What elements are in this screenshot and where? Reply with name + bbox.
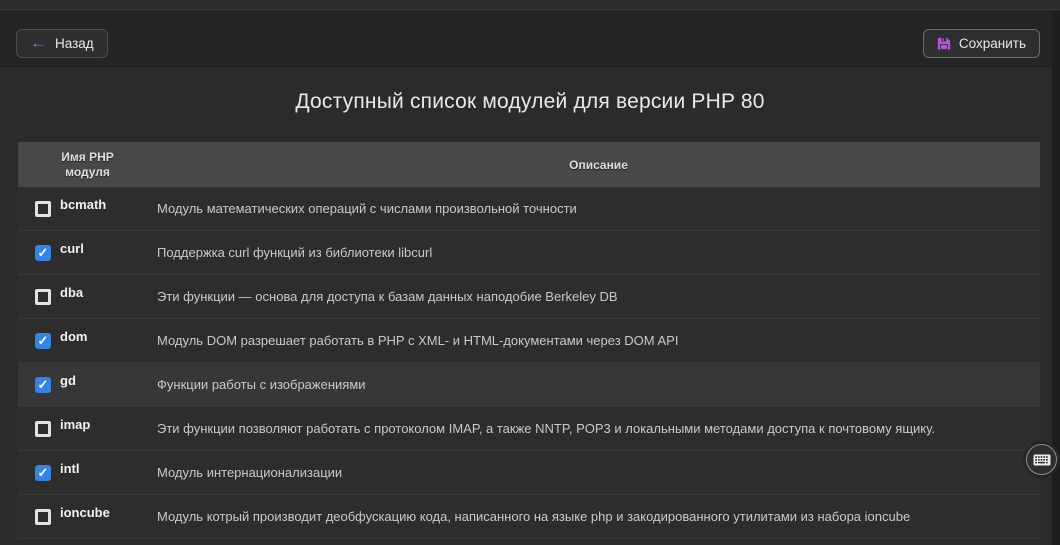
window-top-strip — [0, 0, 1060, 10]
module-description: Модуль математических операций с числами… — [157, 187, 1040, 230]
module-checkbox[interactable] — [35, 289, 51, 305]
module-cell: dba — [18, 275, 157, 318]
column-header-description: Описание — [157, 142, 1040, 187]
floppy-disk-icon — [937, 37, 951, 51]
save-button-label: Сохранить — [959, 36, 1026, 51]
page-title: Доступный список модулей для версии PHP … — [0, 90, 1060, 114]
module-description: Модуль интернационализации — [157, 451, 1040, 494]
save-button[interactable]: Сохранить — [923, 29, 1040, 58]
column-header-module: Имя PHP модуля — [18, 142, 157, 187]
table-row[interactable]: dba Эти функции — основа для доступа к б… — [18, 275, 1040, 319]
module-name: imap — [60, 417, 90, 432]
module-description: Эти функции позволяют работать с протоко… — [157, 407, 1040, 450]
table-row[interactable]: dom Модуль DOM разрешает работать в PHP … — [18, 319, 1040, 363]
module-description: Модуль DOM разрешает работать в PHP с XM… — [157, 319, 1040, 362]
toolbar: ← Назад Сохранить — [0, 10, 1060, 67]
table-row[interactable]: ioncube Модуль котрый производит деобфус… — [18, 495, 1040, 539]
module-description: Модуль котрый производит деобфускацию ко… — [157, 495, 1040, 538]
back-button[interactable]: ← Назад — [16, 29, 108, 58]
module-checkbox[interactable] — [35, 421, 51, 437]
table-row[interactable]: bcmath Модуль математических операций с … — [18, 187, 1040, 231]
module-name: ioncube — [60, 505, 110, 520]
module-checkbox[interactable] — [35, 245, 51, 261]
module-checkbox[interactable] — [35, 201, 51, 217]
table-body: bcmath Модуль математических операций с … — [18, 187, 1040, 539]
virtual-keyboard-button[interactable] — [1026, 444, 1057, 475]
module-cell: bcmath — [18, 187, 157, 230]
module-checkbox[interactable] — [35, 333, 51, 349]
module-name: bcmath — [60, 197, 106, 212]
module-checkbox[interactable] — [35, 377, 51, 393]
module-description: Поддержка curl функций из библиотеки lib… — [157, 231, 1040, 274]
module-name: intl — [60, 461, 80, 476]
module-name: dba — [60, 285, 83, 300]
module-name: gd — [60, 373, 76, 388]
module-checkbox[interactable] — [35, 465, 51, 481]
module-checkbox[interactable] — [35, 509, 51, 525]
module-cell: ioncube — [18, 495, 157, 538]
module-description: Функции работы с изображениями — [157, 363, 1040, 406]
module-cell: intl — [18, 451, 157, 494]
modules-table: Имя PHP модуля Описание bcmath Модуль ма… — [18, 142, 1040, 539]
table-row[interactable]: curl Поддержка curl функций из библиотек… — [18, 231, 1040, 275]
module-name: curl — [60, 241, 84, 256]
table-row[interactable]: gd Функции работы с изображениями — [18, 363, 1040, 407]
back-button-label: Назад — [55, 36, 94, 51]
module-cell: imap — [18, 407, 157, 450]
module-cell: curl — [18, 231, 157, 274]
module-cell: dom — [18, 319, 157, 362]
table-row[interactable]: intl Модуль интернационализации — [18, 451, 1040, 495]
table-row[interactable]: imap Эти функции позволяют работать с пр… — [18, 407, 1040, 451]
module-description: Эти функции — основа для доступа к базам… — [157, 275, 1040, 318]
module-cell: gd — [18, 363, 157, 406]
module-name: dom — [60, 329, 87, 344]
keyboard-icon — [1033, 454, 1051, 466]
back-arrow-icon: ← — [30, 34, 47, 51]
table-header-row: Имя PHP модуля Описание — [18, 142, 1040, 187]
